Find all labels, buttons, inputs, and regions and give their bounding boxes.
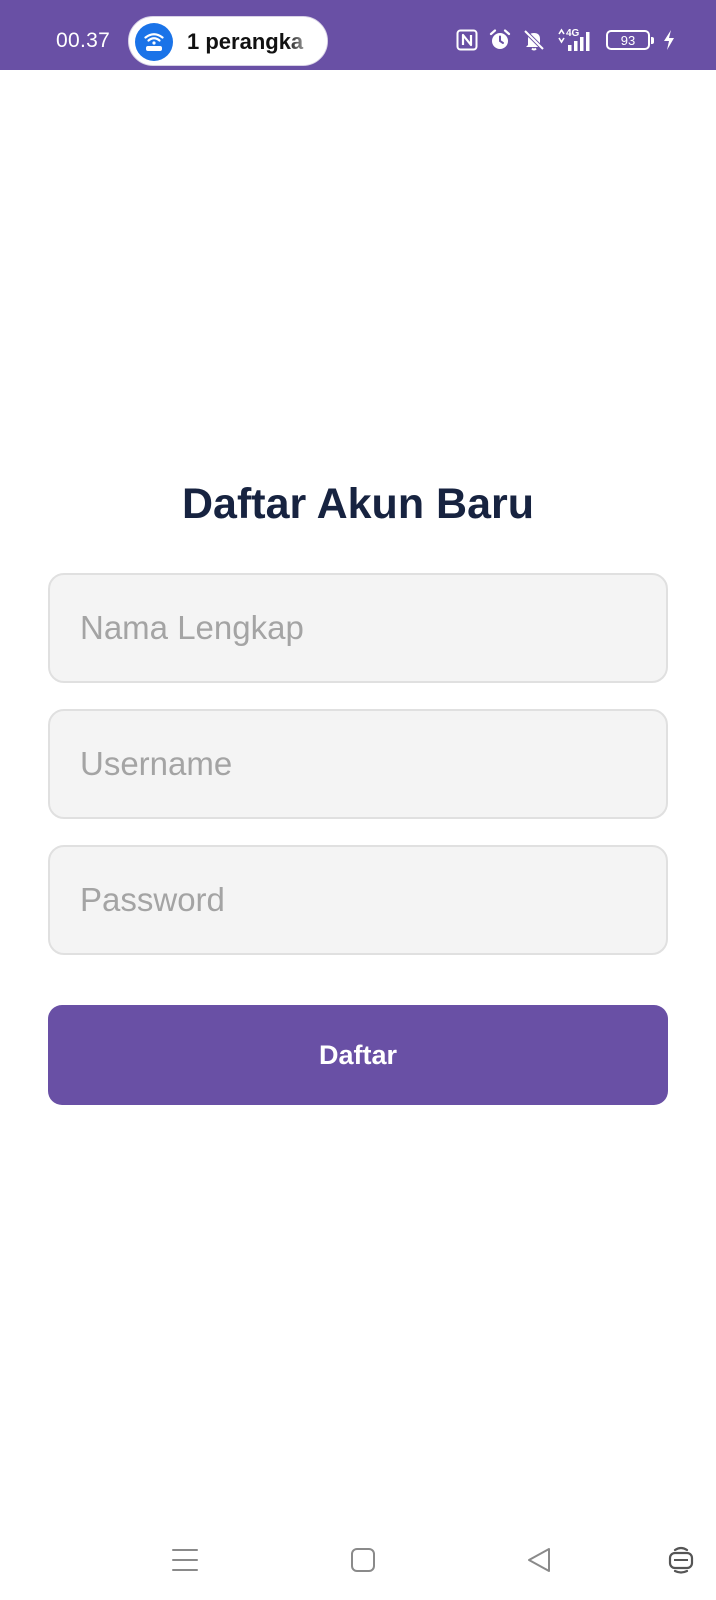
hotspot-text-fade (287, 17, 327, 65)
signal-icon: 4G (556, 27, 596, 53)
assistant-icon (668, 1546, 694, 1574)
back-button[interactable] (514, 1535, 564, 1585)
menu-button[interactable] (160, 1535, 210, 1585)
hotspot-pill[interactable]: 1 perangka (128, 16, 328, 66)
nfc-icon (456, 29, 478, 51)
status-bar: 00.37 1 perangka 4G 93 (0, 0, 716, 70)
home-button[interactable] (338, 1535, 388, 1585)
menu-icon (172, 1549, 198, 1571)
alarm-icon (488, 28, 512, 52)
page-title: Daftar Akun Baru (181, 480, 535, 528)
charging-icon (662, 29, 676, 51)
register-button[interactable]: Daftar (48, 1005, 668, 1105)
status-icons: 4G 93 (456, 25, 676, 55)
battery-level: 93 (620, 32, 636, 48)
status-time: 00.37 (56, 29, 111, 52)
register-screen: 00.37 1 perangka 4G 93 Daftar Akun Baru … (0, 0, 716, 1600)
navigation-bar (0, 1520, 716, 1600)
username-input[interactable] (48, 709, 668, 819)
home-icon (351, 1548, 375, 1572)
battery-icon: 93 (606, 30, 654, 50)
hotspot-text: 1 perangka (187, 29, 304, 54)
hotspot-icon (135, 23, 173, 61)
network-type-label: 4G (566, 28, 580, 39)
back-icon (528, 1548, 550, 1572)
mute-icon (522, 28, 546, 52)
assistant-button[interactable] (656, 1535, 706, 1585)
full-name-input[interactable] (48, 573, 668, 683)
password-input[interactable] (48, 845, 668, 955)
